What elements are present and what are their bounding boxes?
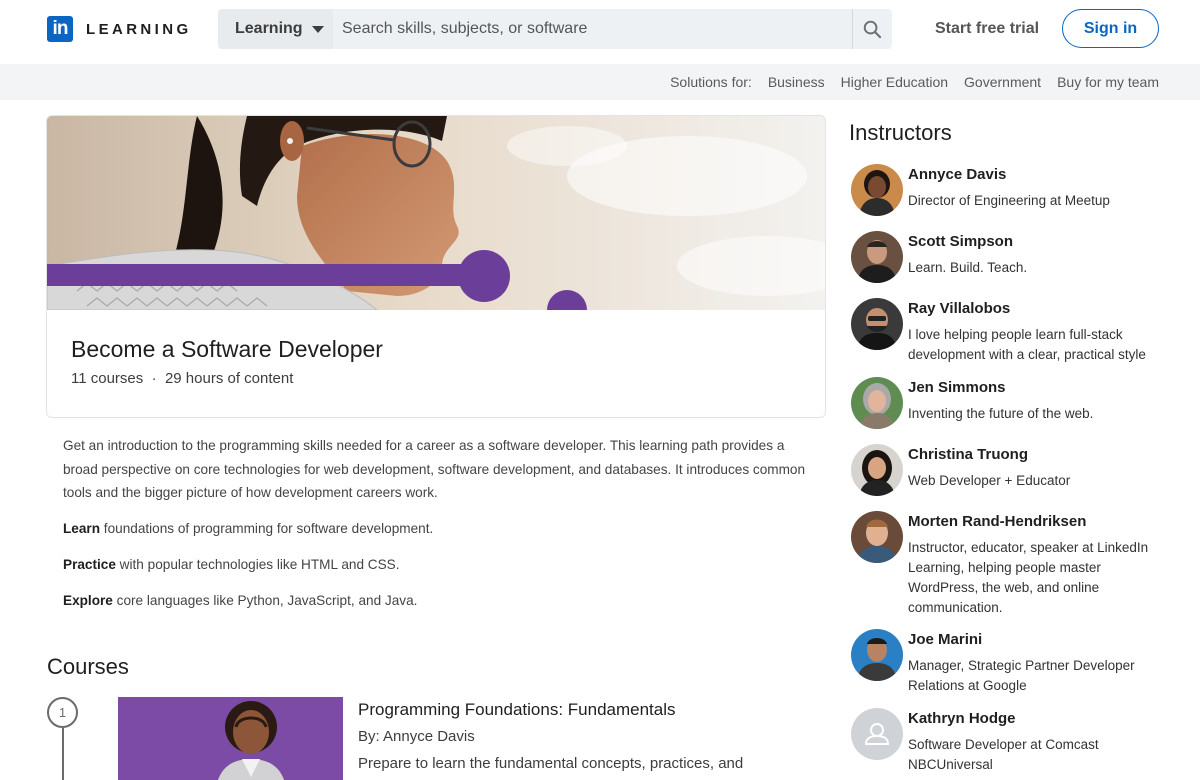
instructor-title: I love helping people learn full-stack d… — [908, 327, 1146, 362]
start-free-trial-link[interactable]: Start free trial — [935, 20, 1039, 38]
courses-heading: Courses — [47, 654, 129, 679]
search-bar: Learning — [218, 9, 892, 49]
instructor-name: Ray Villalobos — [908, 300, 1011, 317]
site-header: in LEARNING Learning Start free trial Si… — [0, 0, 1200, 64]
course-thumbnail[interactable] — [118, 697, 343, 780]
instructor-avatar — [851, 444, 903, 496]
path-bullet-explore: Explore core languages like Python, Java… — [63, 593, 417, 608]
solutions-government-link[interactable]: Government — [964, 74, 1041, 90]
instructor-title: Director of Engineering at Meetup — [908, 193, 1110, 208]
path-meta: 11 courses · 29 hours of content — [71, 370, 801, 387]
path-bullet-practice: Practice with popular technologies like … — [63, 557, 400, 572]
path-title: Become a Software Developer — [71, 336, 383, 362]
instructor-avatar — [851, 298, 903, 350]
instructor-title: Software Developer at Comcast NBCUnivers… — [908, 737, 1099, 772]
instructor-avatar-placeholder — [851, 708, 903, 760]
solutions-bar: Solutions for: Business Higher Education… — [0, 64, 1200, 100]
search-input[interactable] — [333, 9, 852, 49]
bullet-practice-bold: Practice — [63, 557, 116, 572]
sign-in-button[interactable]: Sign in — [1062, 9, 1159, 48]
linkedin-logo-icon: in — [47, 16, 73, 42]
search-button[interactable] — [852, 9, 892, 49]
path-description: Get an introduction to the programming s… — [63, 438, 806, 501]
linkedin-learning-logo[interactable]: in LEARNING — [47, 16, 192, 42]
bullet-practice-text: with popular technologies like HTML and … — [115, 557, 400, 572]
hero-image — [47, 116, 825, 310]
solutions-label: Solutions for: — [670, 74, 752, 90]
instructor-avatar — [851, 377, 903, 429]
instructor-name: Annyce Davis — [908, 166, 1007, 183]
instructor-name: Kathryn Hodge — [908, 710, 1016, 727]
solutions-buy-for-team-link[interactable]: Buy for my team — [1057, 74, 1159, 90]
learning-path-card: Become a Software Developer 11 courses ·… — [46, 115, 826, 418]
search-category-dropdown[interactable]: Learning — [218, 9, 333, 49]
content-hours: 29 hours of content — [164, 370, 294, 387]
instructor-title: Instructor, educator, speaker at LinkedI… — [908, 540, 1149, 615]
bullet-explore-text: core languages like Python, JavaScript, … — [112, 593, 418, 608]
instructor-name: Jen Simmons — [908, 379, 1006, 396]
instructor-title: Web Developer + Educator — [908, 473, 1071, 488]
course-step-line — [62, 728, 64, 780]
bullet-explore-bold: Explore — [63, 593, 113, 608]
meta-separator: · — [151, 370, 157, 387]
course-author: By: Annyce Davis — [358, 728, 475, 745]
instructors-heading: Instructors — [849, 120, 952, 145]
course-title-link[interactable]: Programming Foundations: Fundamentals — [358, 700, 676, 720]
course-step-number: 1 — [47, 697, 78, 728]
instructor-avatar — [851, 231, 903, 283]
hero-illustration — [47, 116, 825, 310]
instructor-title: Learn. Build. Teach. — [908, 260, 1028, 275]
caret-down-icon — [311, 25, 324, 33]
solutions-higher-education-link[interactable]: Higher Education — [841, 74, 948, 90]
instructor-name: Christina Truong — [908, 446, 1028, 463]
instructor-name: Morten Rand-Hendriksen — [908, 513, 1087, 530]
course-count: 11 courses — [71, 370, 144, 387]
bullet-learn-bold: Learn — [63, 521, 101, 536]
bullet-learn-text: foundations of programming for software … — [100, 521, 434, 536]
instructor-name: Scott Simpson — [908, 233, 1014, 250]
instructor-avatar — [851, 629, 903, 681]
course-description: Prepare to learn the fundamental concept… — [358, 755, 744, 772]
instructor-title: Manager, Strategic Partner Developer Rel… — [908, 658, 1135, 693]
user-icon — [851, 708, 903, 760]
search-icon — [863, 20, 882, 38]
instructor-title: Inventing the future of the web. — [908, 406, 1094, 421]
instructor-name: Joe Marini — [908, 631, 983, 648]
instructor-avatar — [851, 511, 903, 563]
solutions-business-link[interactable]: Business — [768, 74, 825, 90]
search-category-label: Learning — [235, 20, 303, 37]
course-thumbnail-illustration — [118, 697, 343, 780]
logo-text: LEARNING — [86, 20, 192, 38]
instructor-avatar — [851, 164, 903, 216]
path-bullet-learn: Learn foundations of programming for sof… — [63, 521, 433, 536]
